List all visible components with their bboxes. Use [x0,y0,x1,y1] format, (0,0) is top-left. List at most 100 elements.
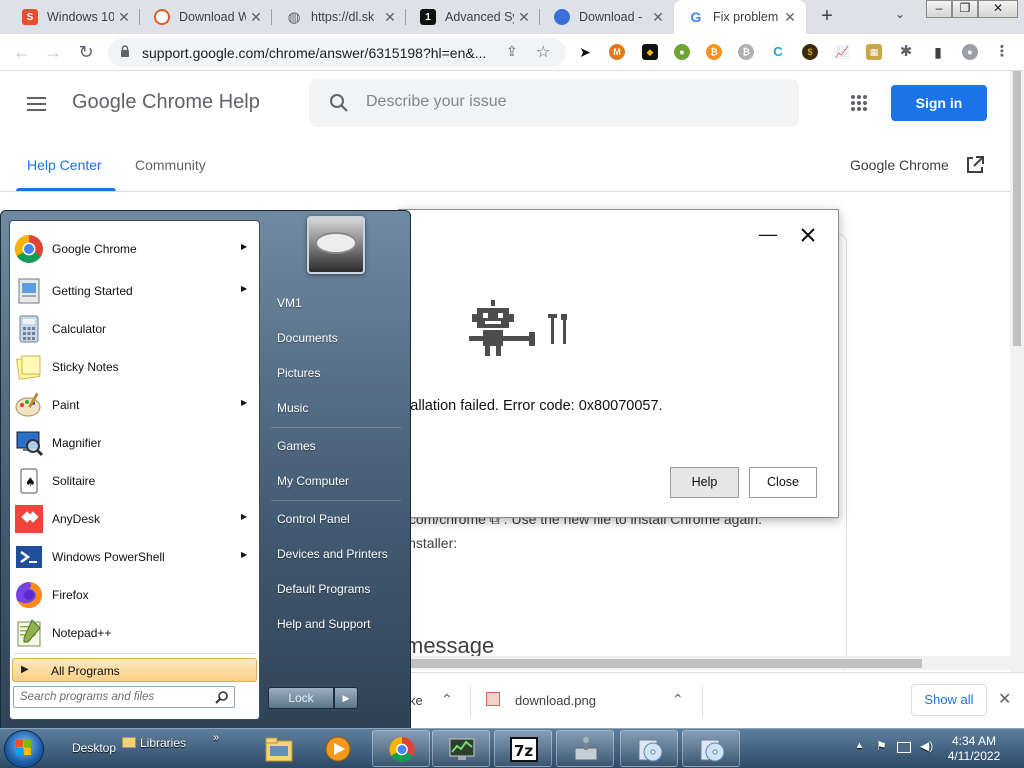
close-shelf-icon[interactable]: ✕ [998,689,1011,709]
start-orb-button[interactable] [4,730,44,768]
close-tab-icon[interactable]: ✕ [246,9,266,26]
scrollbar-thumb[interactable] [410,659,922,668]
vertical-scrollbar[interactable] [1010,71,1024,672]
close-tab-icon[interactable]: ✕ [514,9,534,26]
taskbar-7zip[interactable]: 7z [494,730,552,767]
more-menu-icon[interactable]: ⋮ [994,44,1010,60]
tab-windows-10[interactable]: S Windows 10 ✕ [8,0,140,34]
restore-window-button[interactable]: ❐ [952,0,978,18]
taskbar-tools[interactable] [556,730,614,767]
tab-advanced-sy[interactable]: 1 Advanced Sy ✕ [406,0,540,34]
close-icon[interactable] [801,228,815,242]
extensions-puzzle-icon[interactable]: ✱ [898,44,914,60]
c-extension-icon[interactable]: C [770,44,786,60]
program-item-anydesk[interactable]: AnyDesk ▶ [10,501,259,537]
place-documents[interactable]: Documents [267,323,405,353]
tab-download-w[interactable]: Download W ✕ [140,0,272,34]
scrollbar-thumb[interactable] [1013,71,1021,346]
reload-button[interactable]: ↻ [74,41,98,65]
show-hidden-icons-chevron-icon[interactable]: ▲ [855,740,864,750]
taskbar-explorer[interactable] [249,730,307,767]
tab-community[interactable]: Community [135,157,206,173]
tab-dl-sk[interactable]: ◍ https://dl.sk ✕ [272,0,406,34]
search-icon[interactable] [215,690,229,704]
close-window-button[interactable]: ✕ [978,0,1018,18]
tab-search-chevron-icon[interactable]: ⌄ [895,7,905,21]
cursor-extension-icon[interactable]: ➤ [577,44,593,60]
hamburger-menu-icon[interactable] [27,97,46,115]
desktop-toolbar-label[interactable]: Desktop [72,741,116,755]
gold-extension-icon[interactable]: ▦ [866,44,882,60]
address-bar[interactable]: support.google.com/chrome/answer/6315198… [108,38,566,67]
forward-button[interactable]: → [41,41,65,65]
lock-button[interactable]: Lock [268,687,334,709]
clock[interactable]: 4:34 AM 4/11/2022 [944,734,1004,764]
coin-icon[interactable]: $ [802,44,818,60]
place-my-computer[interactable]: My Computer [267,466,405,496]
minimize-window-button[interactable]: – [926,0,952,18]
program-item-windows-powershell[interactable]: Windows PowerShell ▶ [10,539,259,575]
lock-icon[interactable] [120,45,130,57]
program-item-solitaire[interactable]: ♠ Solitaire [10,463,259,499]
place-music[interactable]: Music [267,393,405,423]
download-item[interactable]: ke ⌃ [405,683,465,719]
green-extension-icon[interactable]: ● [674,44,690,60]
chart-extension-icon[interactable]: 📈 [834,44,850,60]
place-default-programs[interactable]: Default Programs [267,574,405,604]
close-button[interactable]: Close [749,467,817,498]
shutdown-options-arrow-icon[interactable]: ▶ [334,687,358,709]
taskbar-installer[interactable] [620,730,678,767]
close-tab-icon[interactable]: ✕ [780,9,800,26]
external-link-icon[interactable] [965,155,985,175]
search-icon[interactable] [329,93,349,113]
google-apps-icon[interactable] [851,95,867,111]
gray-bitcoin-icon[interactable]: ₿ [738,44,754,60]
tab-fix-problems[interactable]: G Fix problem ✕ [674,0,806,34]
bookmark-star-icon[interactable]: ☆ [536,42,550,62]
taskbar-system-tool[interactable] [432,730,490,767]
start-search-input[interactable]: Search programs and files [13,686,235,708]
show-all-button[interactable]: Show all [911,684,987,716]
toolbar-overflow-chevron-icon[interactable]: » [213,732,219,744]
chevron-up-icon[interactable]: ⌃ [672,691,684,708]
place-devices-and-printers[interactable]: Devices and Printers [267,539,405,569]
taskbar-chrome[interactable] [372,730,430,767]
profile-avatar-icon[interactable]: ● [962,44,978,60]
action-center-flag-icon[interactable]: ⚑ [876,739,887,753]
metamask-icon[interactable]: M [609,44,625,60]
page-title[interactable]: Google Chrome Help [72,91,260,114]
volume-icon[interactable]: ◀) [920,739,933,753]
close-tab-icon[interactable]: ✕ [648,9,668,26]
program-item-getting-started[interactable]: Getting Started ▶ [10,273,259,309]
place-games[interactable]: Games [267,431,405,461]
program-item-calculator[interactable]: Calculator [10,311,259,347]
taskbar-installer-2[interactable] [682,730,740,767]
program-item-sticky-notes[interactable]: Sticky Notes [10,349,259,385]
product-link[interactable]: Google Chrome [850,157,949,173]
sign-in-button[interactable]: Sign in [891,85,987,121]
close-tab-icon[interactable]: ✕ [380,9,400,26]
new-tab-button[interactable]: + [815,5,839,29]
place-control-panel[interactable]: Control Panel [267,504,405,534]
taskbar-media-player[interactable] [308,730,366,767]
place-vm1[interactable]: VM1 [267,288,405,318]
url-text[interactable]: support.google.com/chrome/answer/6315198… [142,45,486,61]
place-help-and-support[interactable]: Help and Support [267,609,405,639]
network-icon[interactable] [897,742,911,753]
minimize-icon[interactable]: — [759,224,777,245]
program-item-paint[interactable]: Paint ▶ [10,387,259,423]
back-button[interactable]: ← [10,41,34,65]
program-item-magnifier[interactable]: Magnifier [10,425,259,461]
share-icon[interactable]: ⇪ [506,43,518,60]
tab-download[interactable]: Download - ✕ [540,0,674,34]
user-picture[interactable] [307,216,365,274]
close-tab-icon[interactable]: ✕ [114,9,134,26]
program-item-notepad-plus-plus[interactable]: Notepad++ [10,615,259,651]
program-item-google-chrome[interactable]: Google Chrome ▶ [10,231,259,267]
place-pictures[interactable]: Pictures [267,358,405,388]
all-programs-button[interactable]: ▶ All Programs [12,658,257,682]
bitcoin-icon[interactable]: ₿ [706,44,722,60]
side-panel-icon[interactable]: ▮ [930,44,946,60]
help-search-box[interactable]: Describe your issue [309,79,799,127]
libraries-toolbar-label[interactable]: Libraries [140,736,186,750]
